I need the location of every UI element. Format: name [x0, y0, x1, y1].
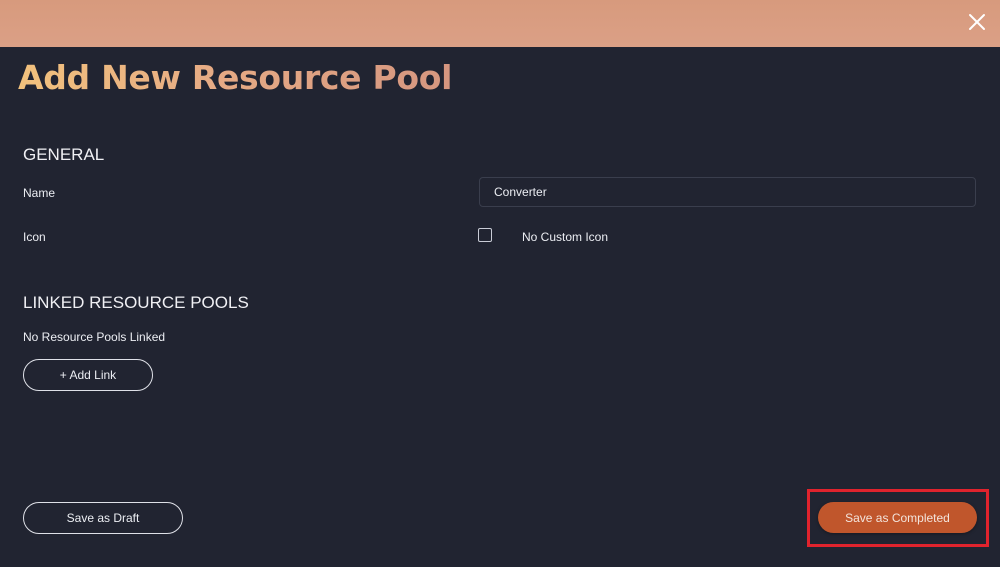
- save-as-draft-button[interactable]: Save as Draft: [23, 502, 183, 534]
- no-custom-icon-label[interactable]: No Custom Icon: [522, 230, 608, 244]
- name-input[interactable]: [479, 177, 976, 207]
- dialog-header-bar: [0, 0, 1000, 47]
- no-custom-icon-checkbox[interactable]: [478, 228, 492, 242]
- close-icon: [969, 14, 985, 30]
- name-label: Name: [23, 186, 56, 200]
- add-link-button[interactable]: + Add Link: [23, 359, 153, 391]
- icon-label: Icon: [23, 230, 46, 244]
- save-as-completed-button[interactable]: Save as Completed: [818, 502, 977, 533]
- close-button[interactable]: [966, 11, 988, 33]
- no-pools-linked-text: No Resource Pools Linked: [23, 330, 166, 344]
- page-title: Add New Resource Pool: [18, 58, 453, 97]
- general-section-heading: GENERAL: [23, 145, 105, 164]
- linked-resource-pools-heading: LINKED RESOURCE POOLS: [23, 293, 249, 312]
